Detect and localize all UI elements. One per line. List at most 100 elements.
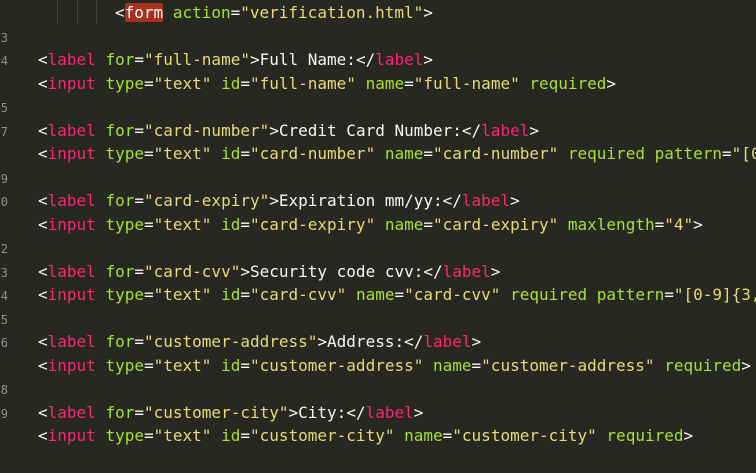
code-token-str: "text"	[153, 355, 212, 375]
code-line[interactable]: <label for="customer-address">Address:</…	[38, 330, 481, 353]
code-token-str: "card-expiry"	[249, 214, 376, 234]
code-token-attr: required	[567, 144, 645, 163]
code-token-attr: maxlength	[567, 214, 655, 234]
code-token-punct: =	[404, 73, 414, 93]
code-token-punct: =	[143, 214, 154, 234]
code-token-punct: <	[38, 120, 48, 140]
code-token-attr: required	[510, 285, 588, 304]
indent-guide	[96, 0, 97, 23]
code-token-punct	[356, 74, 366, 93]
code-token-punct: </	[404, 332, 424, 351]
code-token-attr: type	[105, 73, 144, 93]
line-number: 4	[0, 289, 8, 303]
line-number: 3	[0, 265, 8, 280]
code-token-attr: pattern	[654, 144, 723, 163]
line-number: 9	[0, 406, 8, 421]
code-line[interactable]: <input type="text" id="full-name" name="…	[38, 72, 616, 95]
code-token-str: "text"	[153, 73, 212, 93]
code-token-punct	[520, 74, 530, 93]
code-line[interactable]: <label for="card-expiry">Expiration mm/y…	[38, 189, 520, 212]
code-token-punct: <	[38, 144, 48, 163]
code-line[interactable]: <input type="text" id="card-expiry" name…	[38, 213, 703, 236]
code-token-attr: name	[355, 285, 395, 304]
code-token-attr: name	[365, 73, 405, 93]
code-token-punct: =	[134, 261, 144, 281]
line-number-gutter: 3 4 5 7 9 0 2 3 4 5 6 8 9	[0, 0, 8, 473]
line-number: 6	[0, 336, 8, 350]
code-token-punct: <	[38, 355, 48, 375]
code-token-attr: required	[664, 355, 742, 375]
code-token-punct: <	[115, 3, 125, 22]
code-token-attr: for	[105, 332, 135, 351]
code-token-attr: for	[105, 120, 135, 140]
code-line[interactable]: <label for="customer-city">City:</label>	[38, 401, 423, 424]
code-line[interactable]: <label for="full-name">Full Name:</label…	[38, 48, 433, 71]
code-token-punct	[211, 356, 221, 375]
code-token-punct	[211, 426, 221, 445]
code-token-punct: >	[423, 3, 433, 22]
code-line[interactable]: <form action="verification.html">	[115, 1, 433, 24]
line-number: 8	[0, 383, 8, 397]
code-token-punct: =	[143, 426, 154, 445]
code-token-attr: for	[105, 191, 135, 210]
code-token-punct: <	[38, 50, 48, 69]
code-token-attr: required	[606, 426, 684, 445]
code-line[interactable]: <label for="card-number">Credit Card Num…	[38, 119, 539, 142]
code-editor[interactable]: 3457902345689 <form action="verification…	[0, 0, 756, 473]
code-token-punct	[96, 426, 106, 445]
code-token-punct: </	[423, 261, 443, 281]
code-token-punct: =	[240, 73, 250, 93]
indent-guide	[57, 0, 58, 23]
code-token-str: "[0-9]{3,	[673, 285, 756, 304]
code-token-punct: >	[683, 426, 694, 445]
code-line[interactable]: <input type="text" id="card-cvv" name="c…	[38, 283, 756, 306]
code-token-punct	[500, 285, 510, 304]
code-token-punct: =	[654, 214, 665, 234]
code-line[interactable]: <input type="text" id="card-number" name…	[38, 142, 756, 165]
code-line[interactable]: <label for="card-cvv">Security code cvv:…	[38, 260, 500, 283]
code-token-punct	[211, 285, 221, 304]
code-token-attr: for	[105, 402, 135, 422]
code-token-punct: >	[529, 120, 539, 140]
code-token-str: "4"	[664, 214, 694, 234]
code-token-str: "customer-city"	[452, 426, 597, 445]
code-token-punct: =	[134, 402, 144, 422]
code-token-tag: label	[481, 120, 530, 140]
code-token-punct	[96, 356, 106, 375]
code-token-punct	[96, 191, 106, 210]
code-token-str: "[0	[731, 144, 756, 163]
line-number: 9	[0, 171, 8, 186]
code-token-attr: name	[433, 355, 472, 375]
code-token-punct	[96, 285, 106, 304]
code-token-str: "verification.html"	[240, 3, 424, 22]
code-token-punct: =	[134, 120, 144, 140]
code-token-punct: >	[471, 332, 482, 351]
code-token-attr: for	[105, 50, 135, 69]
code-token-tag: input	[47, 214, 96, 234]
code-token-punct: >	[423, 50, 434, 69]
code-line[interactable]: <input type="text" id="customer-city" na…	[38, 424, 693, 447]
code-token-punct	[375, 215, 385, 234]
code-token-attr: id	[221, 355, 241, 375]
code-token-tag: label	[442, 261, 491, 281]
code-token-punct: <	[38, 261, 48, 281]
code-token-tag: input	[47, 144, 96, 163]
code-token-punct: >	[741, 355, 751, 375]
code-token-punct: =	[230, 3, 241, 22]
code-token-punct: <	[38, 402, 48, 422]
code-token-punct	[211, 215, 221, 234]
code-token-punct: =	[134, 191, 144, 210]
code-token-tag: label	[47, 402, 96, 422]
code-token-punct: =	[423, 144, 434, 163]
code-token-punct	[375, 144, 385, 163]
code-token-punct: =	[664, 285, 674, 304]
code-token-tag: input	[47, 426, 96, 445]
code-token-attr: name	[384, 214, 424, 234]
code-token-text: Address:	[327, 332, 405, 351]
code-token-tag: form	[124, 3, 164, 22]
code-line[interactable]: <input type="text" id="customer-address"…	[38, 354, 751, 377]
code-token-str: "customer-city"	[144, 402, 289, 422]
code-token-attr: for	[105, 261, 135, 281]
code-token-punct: <	[38, 285, 48, 304]
code-token-tag: input	[47, 355, 96, 375]
